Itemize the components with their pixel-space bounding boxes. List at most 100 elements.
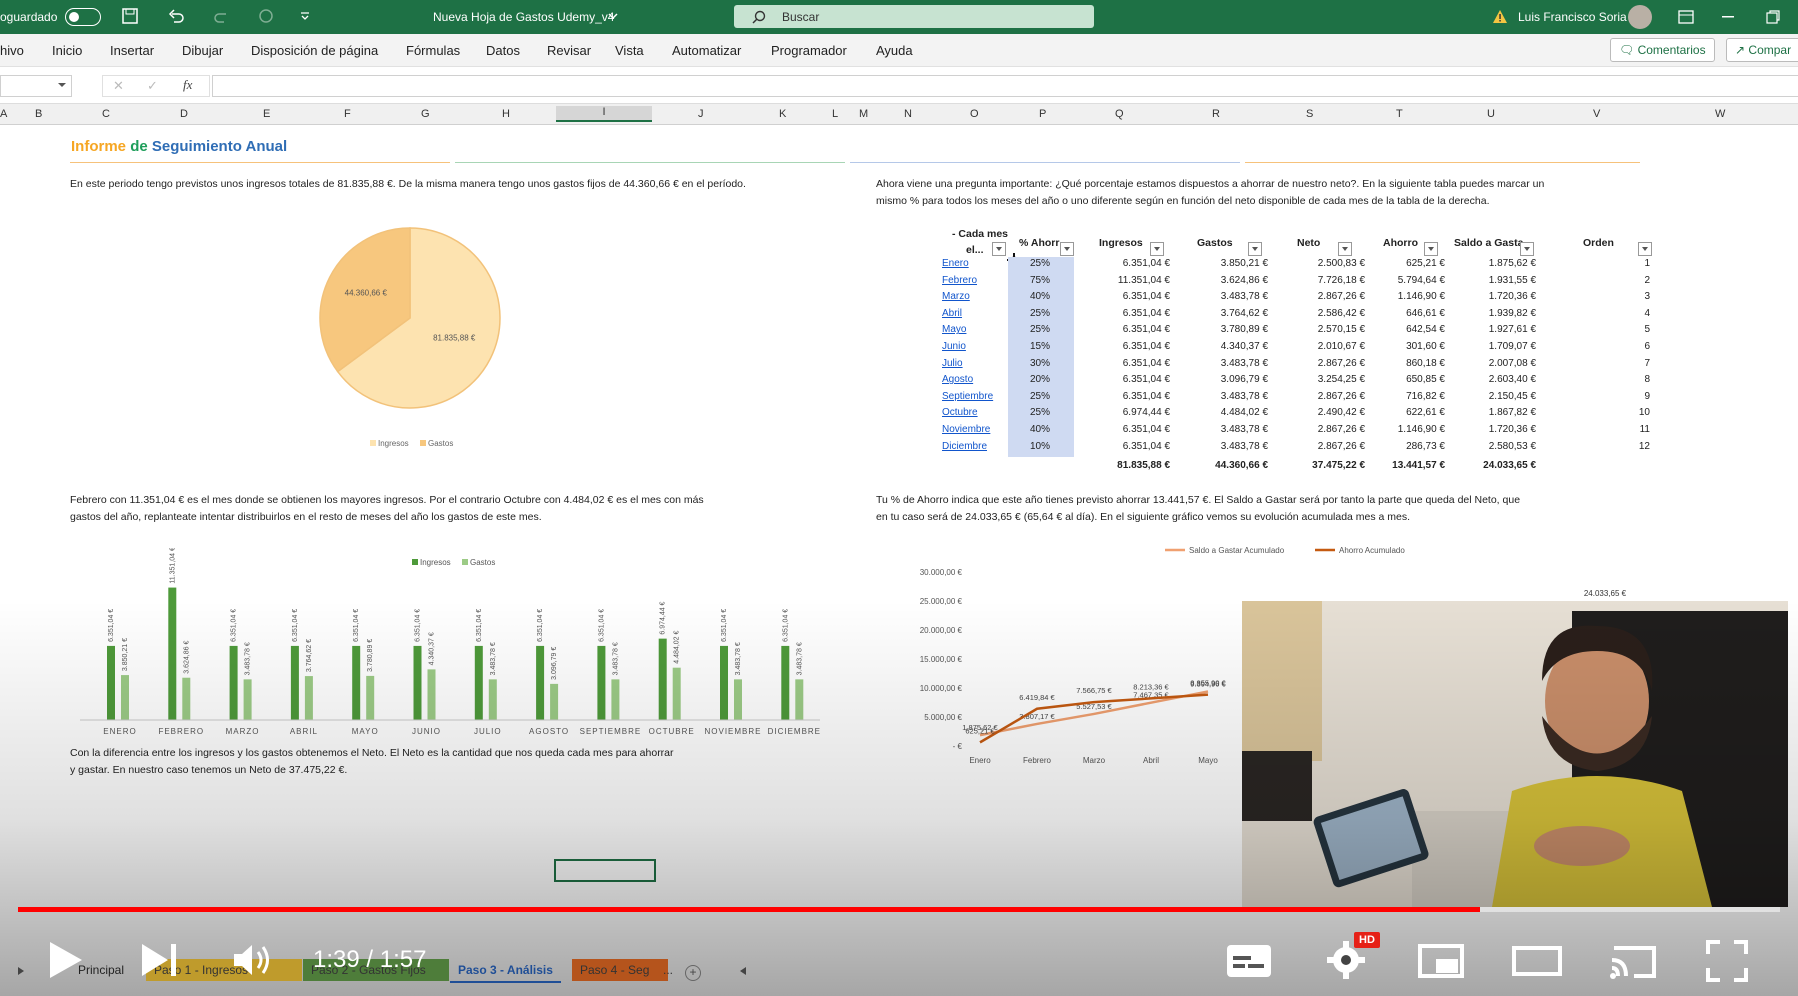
share-button[interactable]: ↗ Compar (1726, 38, 1798, 62)
column-header[interactable]: H (502, 108, 510, 120)
column-header[interactable]: P (1039, 108, 1046, 120)
cell-ahorro: 860,18 € (1406, 357, 1445, 369)
cell-neto: 2.867,26 € (1317, 424, 1365, 435)
menu-inicio[interactable]: Inicio (52, 43, 82, 58)
bar-gastos (366, 675, 375, 720)
chevron-down-icon[interactable] (608, 13, 618, 20)
column-header-selected[interactable]: I (556, 106, 652, 122)
formula-input[interactable] (212, 75, 1798, 97)
column-header[interactable]: B (35, 108, 42, 120)
restore-icon[interactable] (1766, 10, 1780, 24)
tab-more[interactable]: ... (655, 959, 681, 981)
avatar[interactable] (1628, 5, 1652, 29)
insert-function-icon[interactable]: fx (183, 77, 192, 93)
cell-mes[interactable]: Noviembre (942, 424, 1012, 435)
column-header[interactable]: R (1212, 108, 1220, 120)
autosave-toggle[interactable] (65, 8, 101, 26)
cell-mes[interactable]: Enero (942, 258, 1012, 269)
filter-dropdown[interactable] (1424, 242, 1438, 256)
column-header[interactable]: O (970, 108, 979, 120)
filter-dropdown[interactable] (1060, 242, 1074, 256)
filter-dropdown[interactable] (1520, 242, 1534, 256)
column-header[interactable]: N (904, 108, 912, 120)
column-header[interactable]: V (1593, 108, 1600, 120)
column-header[interactable]: T (1396, 108, 1403, 120)
add-sheet-icon[interactable]: + (685, 965, 701, 981)
column-header[interactable]: F (344, 108, 351, 120)
name-box-dropdown-icon[interactable] (58, 83, 66, 88)
undo-icon[interactable] (168, 8, 184, 24)
miniplayer-icon[interactable] (1418, 944, 1464, 978)
sort-dropdown[interactable] (1638, 242, 1652, 256)
column-header[interactable]: L (832, 108, 838, 120)
cell-mes[interactable]: Abril (942, 308, 1012, 319)
cell-mes[interactable]: Septiembre (942, 391, 1012, 402)
column-header[interactable]: C (102, 108, 110, 120)
cell-mes[interactable]: Julio (942, 358, 1012, 369)
cast-icon[interactable] (1608, 942, 1658, 980)
column-header[interactable]: U (1487, 108, 1495, 120)
tab-paso-4[interactable]: Paso 4 - Seg (572, 959, 668, 981)
menu-disposicion[interactable]: Disposición de página (251, 43, 378, 58)
cell-ahorro-pct: 40% (1030, 424, 1051, 435)
column-header[interactable]: Q (1115, 108, 1124, 120)
menu-datos[interactable]: Datos (486, 43, 520, 58)
subtitles-icon[interactable] (1226, 944, 1272, 978)
cell-mes[interactable]: Agosto (942, 374, 1012, 385)
enter-icon[interactable]: ✓ (147, 78, 158, 94)
menu-file[interactable]: hivo (0, 43, 24, 58)
cell-mes[interactable]: Marzo (942, 291, 1012, 302)
menu-vista[interactable]: Vista (615, 43, 644, 58)
volume-icon[interactable] (232, 942, 276, 978)
next-icon[interactable] (140, 942, 180, 978)
menu-insertar[interactable]: Insertar (110, 43, 154, 58)
ribbon-display-icon[interactable] (1678, 10, 1694, 24)
comments-button[interactable]: 🗨 Comentarios (1610, 38, 1715, 62)
touch-mode-icon[interactable] (258, 8, 282, 24)
menu-formulas[interactable]: Fórmulas (406, 43, 460, 58)
cell-mes[interactable]: Mayo (942, 324, 1012, 335)
column-header[interactable]: E (263, 108, 270, 120)
redo-icon[interactable] (214, 8, 230, 24)
menu-revisar[interactable]: Revisar (547, 43, 591, 58)
progress-bar[interactable] (18, 907, 1780, 912)
cancel-icon[interactable]: ✕ (113, 78, 124, 94)
bar-data-label: 3.096,79 € (551, 647, 558, 680)
filter-dropdown[interactable] (1338, 242, 1352, 256)
column-header[interactable]: W (1715, 108, 1725, 120)
tab-paso-3[interactable]: Paso 3 - Análisis (450, 959, 561, 983)
warning-icon[interactable] (1492, 9, 1508, 24)
cell-mes[interactable]: Febrero (942, 275, 1012, 286)
fullscreen-icon[interactable] (1706, 940, 1748, 982)
user-name[interactable]: Luis Francisco Soria (1518, 10, 1627, 24)
menu-automatizar[interactable]: Automatizar (672, 43, 741, 58)
menu-dibujar[interactable]: Dibujar (182, 43, 223, 58)
save-icon[interactable] (122, 8, 138, 24)
filter-dropdown[interactable] (1150, 242, 1164, 256)
cell-mes[interactable]: Octubre (942, 407, 1012, 418)
column-header[interactable]: J (698, 108, 704, 120)
column-header[interactable]: A (0, 108, 7, 120)
line-data-label: 8.213,36 € (1133, 682, 1169, 691)
customize-toolbar-icon[interactable] (300, 12, 310, 20)
cell-mes[interactable]: Junio (942, 341, 1012, 352)
selected-cell[interactable] (554, 859, 656, 882)
column-header[interactable]: K (779, 108, 786, 120)
column-header[interactable]: D (180, 108, 188, 120)
column-header[interactable]: M (859, 108, 868, 120)
play-icon[interactable] (48, 940, 84, 980)
cell-mes[interactable]: Diciembre (942, 441, 1012, 452)
column-header[interactable]: G (421, 108, 430, 120)
tab-scroll-left-icon[interactable] (18, 967, 24, 975)
theater-mode-icon[interactable] (1512, 946, 1562, 976)
filter-dropdown[interactable] (992, 242, 1006, 256)
search-input[interactable]: Buscar (734, 5, 1094, 28)
column-header[interactable]: S (1306, 108, 1313, 120)
menu-ayuda[interactable]: Ayuda (876, 43, 913, 58)
scroll-left-icon[interactable] (740, 967, 746, 975)
filter-dropdown[interactable] (1248, 242, 1262, 256)
minimize-icon[interactable] (1722, 16, 1734, 18)
cell-ahorro: 622,61 € (1406, 407, 1445, 419)
document-title[interactable]: Nueva Hoja de Gastos Udemy_v4 (433, 10, 614, 24)
menu-programador[interactable]: Programador (771, 43, 847, 58)
